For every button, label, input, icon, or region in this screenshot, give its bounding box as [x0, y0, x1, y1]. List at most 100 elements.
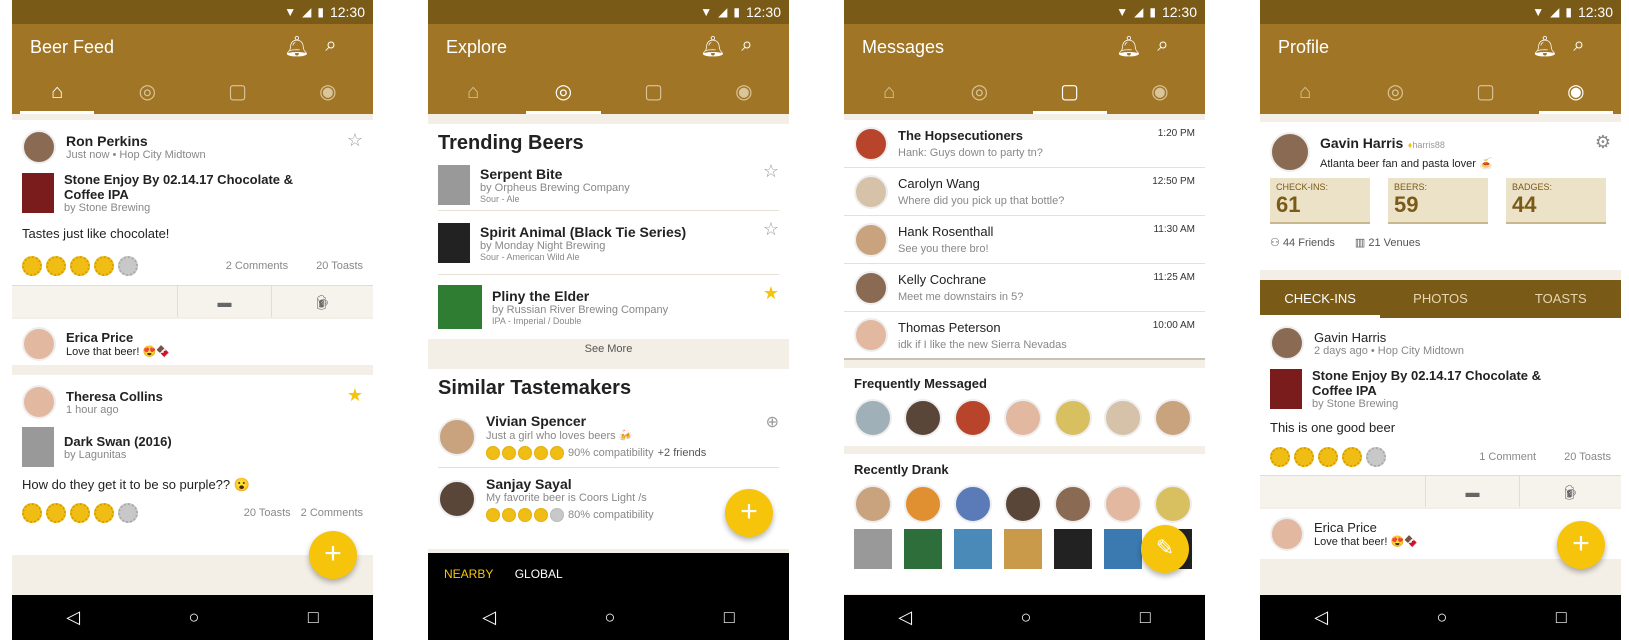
avatar[interactable]	[1154, 485, 1192, 523]
beer-label-image[interactable]	[1054, 529, 1092, 569]
back-icon[interactable]: ◁	[66, 607, 80, 628]
see-more-button[interactable]: See More	[428, 339, 789, 359]
brewery-name[interactable]: by Stone Brewing	[1312, 398, 1562, 410]
bell-icon[interactable]: 🔔︎	[700, 34, 726, 59]
tab-profile[interactable]: ◉	[1115, 72, 1205, 114]
user-name[interactable]: Theresa Collins	[66, 389, 163, 404]
avatar[interactable]	[854, 485, 892, 523]
toast-button[interactable]: 🍺︎	[272, 286, 373, 317]
list-item[interactable]: Spirit Animal (Black Tie Series) by Mond…	[438, 211, 779, 275]
recent-icon[interactable]: □	[1140, 607, 1151, 628]
avatar[interactable]	[1004, 399, 1042, 437]
tab-home[interactable]: ⌂	[844, 72, 934, 114]
avatar[interactable]	[22, 327, 56, 361]
beer-name[interactable]: Dark Swan (2016)	[64, 434, 172, 449]
beer-label-image[interactable]	[1104, 529, 1142, 569]
search-icon[interactable]: ⌕	[1150, 34, 1176, 57]
add-friend-icon[interactable]: ⊕	[766, 412, 779, 432]
beer-label-image[interactable]	[22, 173, 54, 213]
user-name[interactable]: Gavin Harris	[1314, 330, 1464, 345]
toast-count[interactable]: 20 Toasts	[244, 507, 291, 519]
avatar[interactable]	[904, 485, 942, 523]
add-button[interactable]: +	[725, 489, 773, 537]
post-location[interactable]: Hop City Midtown	[1378, 345, 1464, 357]
comment-count[interactable]: 2 Comments	[301, 507, 363, 519]
tab-profile[interactable]: ◉	[283, 72, 373, 114]
bell-icon[interactable]: 🔔︎	[284, 34, 310, 59]
comment-count[interactable]: 2 Comments	[226, 260, 288, 272]
add-checkin-button[interactable]: +	[309, 531, 357, 579]
recent-icon[interactable]: □	[308, 607, 319, 628]
tab-profile[interactable]: ◉	[1531, 72, 1621, 114]
search-icon[interactable]: ⌕	[1566, 34, 1592, 57]
user-name[interactable]: Erica Price	[1314, 520, 1418, 535]
tab-messages[interactable]: ▢	[1025, 72, 1115, 114]
stat-checkins[interactable]: CHECK-INS: 61	[1270, 178, 1370, 224]
message-thread[interactable]: Kelly Cochrane Meet me downstairs in 5? 1…	[844, 264, 1205, 312]
message-thread[interactable]: Carolyn Wang Where did you pick up that b…	[844, 168, 1205, 216]
tab-explore[interactable]: ◎	[1350, 72, 1440, 114]
filter-nearby[interactable]: NEARBY	[444, 567, 493, 581]
beer-label-image[interactable]	[1004, 529, 1042, 569]
tab-profile[interactable]: ◉	[699, 72, 789, 114]
avatar[interactable]	[1270, 517, 1304, 551]
user-name[interactable]: Ron Perkins	[66, 133, 206, 149]
tab-home[interactable]: ⌂	[12, 72, 102, 114]
recent-icon[interactable]: □	[1556, 607, 1567, 628]
comment-button[interactable]: ▬	[1426, 476, 1520, 507]
avatar[interactable]	[1270, 326, 1304, 360]
avatar[interactable]	[1004, 485, 1042, 523]
avatar[interactable]	[1104, 485, 1142, 523]
avatar[interactable]	[904, 399, 942, 437]
beer-name[interactable]: Stone Enjoy By 02.14.17 Chocolate & Coff…	[1312, 368, 1562, 398]
toast-button[interactable]: 🍺︎	[1520, 476, 1621, 507]
friends-link[interactable]: ⚇ 44 Friends	[1270, 236, 1335, 249]
avatar[interactable]	[1154, 399, 1192, 437]
list-item[interactable]: Pliny the Elder by Russian River Brewing…	[438, 275, 779, 339]
beer-label-image[interactable]	[954, 529, 992, 569]
back-icon[interactable]: ◁	[482, 607, 496, 628]
venues-link[interactable]: ▥ 21 Venues	[1355, 236, 1420, 249]
star-icon[interactable]: ★	[763, 283, 779, 304]
message-thread[interactable]: Thomas Peterson idk if I like the new Sie…	[844, 312, 1205, 360]
star-icon[interactable]: ☆	[347, 130, 363, 151]
bell-icon[interactable]: 🔔︎	[1116, 34, 1142, 59]
beer-label-image[interactable]	[904, 529, 942, 569]
star-icon[interactable]: ☆	[763, 219, 779, 240]
compose-message-button[interactable]: ✎	[1141, 525, 1189, 573]
star-icon[interactable]: ☆	[763, 161, 779, 182]
star-icon[interactable]: ★	[347, 385, 363, 406]
search-icon[interactable]: ⌕	[318, 34, 344, 57]
recent-icon[interactable]: □	[724, 607, 735, 628]
avatar[interactable]	[1054, 485, 1092, 523]
comment-button[interactable]: ▬	[178, 286, 272, 317]
tab-photos[interactable]: PHOTOS	[1380, 280, 1500, 318]
back-icon[interactable]: ◁	[1314, 607, 1328, 628]
avatar[interactable]	[954, 485, 992, 523]
post-location[interactable]: Hop City Midtown	[119, 149, 205, 161]
stat-beers[interactable]: BEERS: 59	[1388, 178, 1488, 224]
beer-label-image[interactable]	[1270, 369, 1302, 409]
tab-messages[interactable]: ▢	[609, 72, 699, 114]
tab-explore[interactable]: ◎	[518, 72, 608, 114]
add-checkin-button[interactable]: +	[1557, 521, 1605, 569]
list-item[interactable]: Vivian Spencer Just a girl who loves bee…	[438, 406, 779, 468]
beer-label-image[interactable]	[854, 529, 892, 569]
toast-count[interactable]: 20 Toasts	[1564, 451, 1611, 463]
home-circle-icon[interactable]: ○	[605, 607, 616, 628]
avatar[interactable]	[22, 130, 56, 164]
home-circle-icon[interactable]: ○	[189, 607, 200, 628]
tab-home[interactable]: ⌂	[428, 72, 518, 114]
brewery-name[interactable]: by Stone Brewing	[64, 202, 314, 214]
bell-icon[interactable]: 🔔︎	[1532, 34, 1558, 59]
home-circle-icon[interactable]: ○	[1021, 607, 1032, 628]
tab-toasts[interactable]: TOASTS	[1501, 280, 1621, 318]
tab-messages[interactable]: ▢	[193, 72, 283, 114]
filter-global[interactable]: GLOBAL	[515, 567, 563, 581]
avatar[interactable]	[1054, 399, 1092, 437]
back-icon[interactable]: ◁	[898, 607, 912, 628]
message-thread[interactable]: Hank Rosenthall See you there bro! 11:30 …	[844, 216, 1205, 264]
beer-label-image[interactable]	[22, 427, 54, 467]
tab-explore[interactable]: ◎	[934, 72, 1024, 114]
beer-name[interactable]: Stone Enjoy By 02.14.17 Chocolate & Coff…	[64, 172, 314, 202]
